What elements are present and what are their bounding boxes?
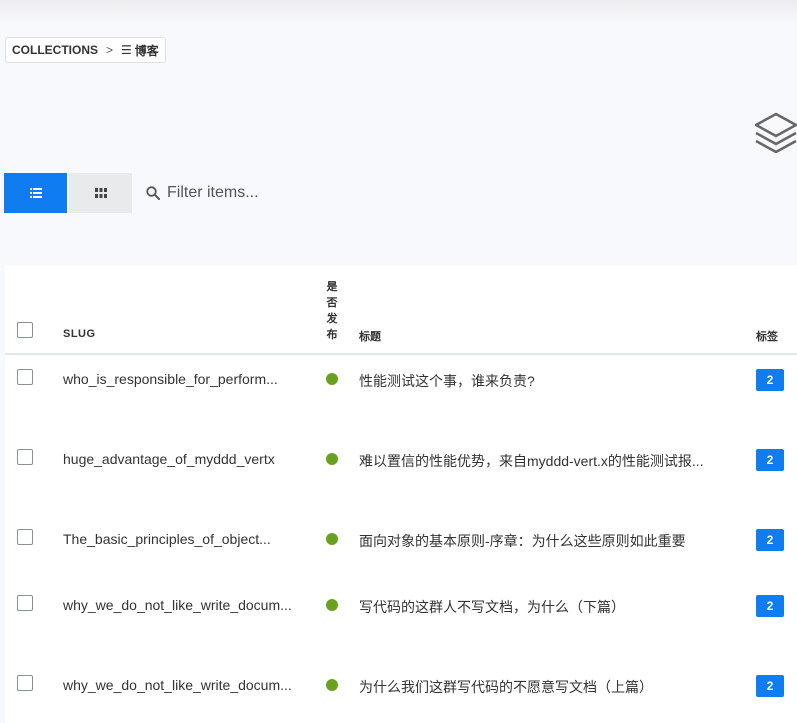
list-view-button[interactable] [4, 173, 67, 213]
list-icon [29, 188, 42, 198]
row-slug: who_is_responsible_for_perform... [63, 371, 278, 387]
table-row[interactable]: why_we_do_not_like_write_docum... 为什么我们这… [5, 665, 797, 723]
published-status-dot [326, 533, 338, 545]
menu-icon: ☰ [121, 43, 132, 57]
table-row[interactable]: huge_advantage_of_myddd_vertx 难以置信的性能优势，… [5, 437, 797, 517]
row-slug: huge_advantage_of_myddd_vertx [63, 451, 275, 467]
top-bar [0, 0, 797, 24]
select-all-checkbox[interactable] [17, 322, 33, 338]
table-row[interactable]: why_we_do_not_like_write_docum... 写代码的这群… [5, 585, 797, 665]
row-slug: why_we_do_not_like_write_docum... [63, 597, 292, 613]
column-header-slug[interactable]: SLUG [63, 328, 96, 340]
tags-count-badge: 2 [756, 369, 784, 391]
tags-count-badge: 2 [756, 449, 784, 471]
breadcrumb-current: 博客 [134, 43, 159, 58]
grid-view-button[interactable] [69, 173, 132, 213]
row-slug: The_basic_principles_of_object... [63, 531, 271, 547]
breadcrumb: COLLECTIONS > ☰ 博客 [5, 37, 166, 63]
items-table: SLUG 是否发布 标题 标签 who_is_responsible_for_p… [5, 265, 797, 723]
breadcrumb-separator: > [106, 43, 114, 57]
published-status-dot [326, 679, 338, 691]
column-header-tags[interactable]: 标签 [756, 328, 778, 344]
layers-icon [752, 110, 797, 158]
published-status-dot [326, 373, 338, 385]
row-slug: why_we_do_not_like_write_docum... [63, 677, 292, 693]
search-icon [146, 186, 160, 200]
row-title: 性能测试这个事，谁来负责? [359, 373, 535, 389]
tags-count-badge: 2 [756, 675, 784, 697]
row-title: 写代码的这群人不写文档，为什么（下篇） [359, 599, 625, 615]
row-title: 难以置信的性能优势，来自myddd-vert.x的性能测试报... [359, 453, 704, 469]
column-header-published[interactable]: 是否发布 [325, 279, 339, 343]
row-checkbox[interactable] [17, 529, 33, 545]
row-checkbox[interactable] [17, 595, 33, 611]
table-row[interactable]: who_is_responsible_for_perform... 性能测试这个… [5, 357, 797, 437]
row-checkbox[interactable] [17, 449, 33, 465]
tags-count-badge: 2 [756, 529, 784, 551]
filter-bar [146, 182, 467, 204]
breadcrumb-root[interactable]: COLLECTIONS [12, 43, 98, 57]
published-status-dot [326, 453, 338, 465]
table-header: SLUG 是否发布 标题 标签 [5, 265, 797, 355]
column-header-title[interactable]: 标题 [359, 328, 381, 344]
filter-input[interactable] [167, 184, 467, 202]
row-checkbox[interactable] [17, 369, 33, 385]
grid-icon [94, 188, 107, 198]
row-title: 面向对象的基本原则-序章：为什么这些原则如此重要 [359, 533, 686, 549]
row-checkbox[interactable] [17, 675, 33, 691]
row-title: 为什么我们这群写代码的不愿意写文档（上篇） [359, 679, 653, 695]
published-status-dot [326, 599, 338, 611]
tags-count-badge: 2 [756, 595, 784, 617]
